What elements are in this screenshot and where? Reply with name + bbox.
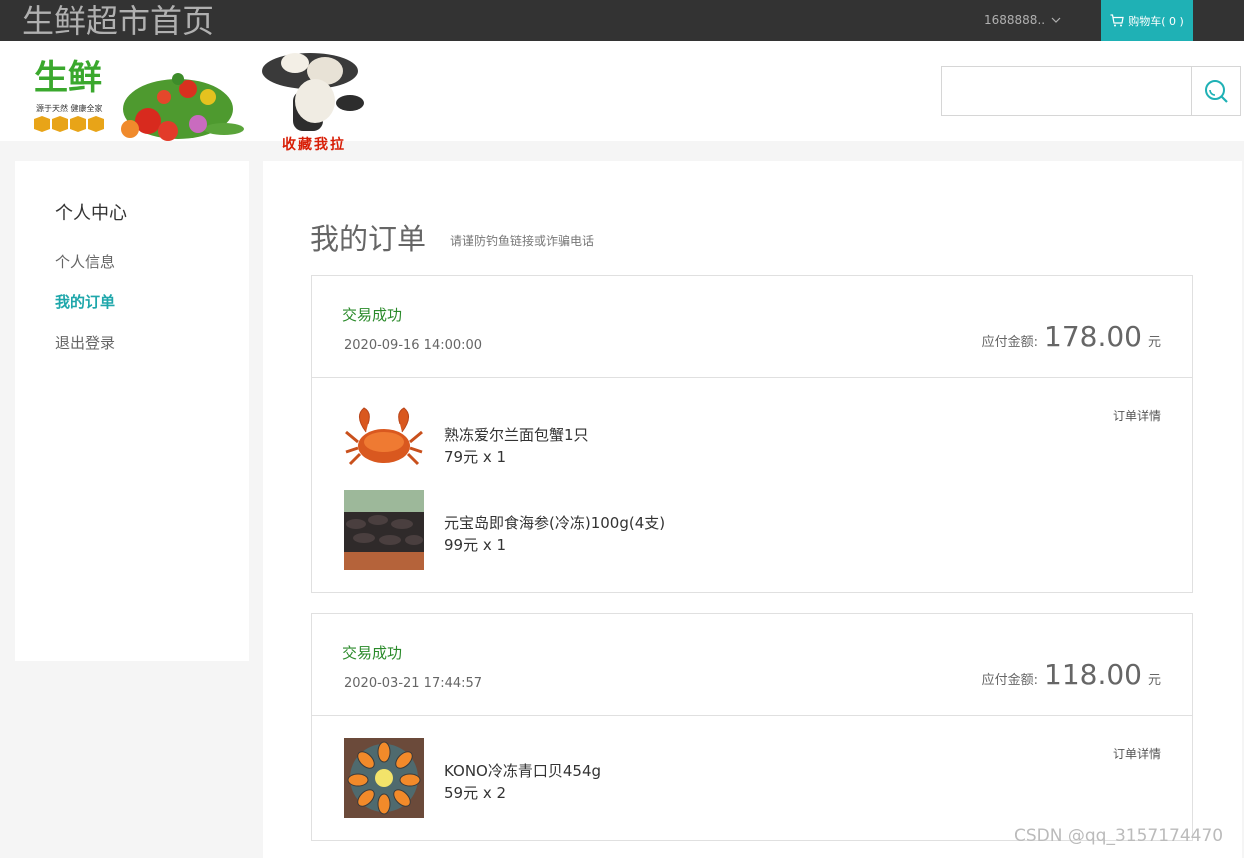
item-name: KONO冷冻青口贝454g: [444, 762, 602, 780]
order-amount: 应付金额: 118.00 元: [982, 658, 1161, 691]
order-card: 交易成功 2020-09-16 14:00:00 应付金额: 178.00 元 …: [311, 275, 1193, 593]
order-status: 交易成功: [342, 644, 403, 662]
order-detail-link[interactable]: 订单详情: [1113, 745, 1161, 762]
amount-label: 应付金额:: [981, 673, 1038, 688]
page-subtitle: 请谨防钓鱼链接或诈骗电话: [450, 234, 595, 248]
search-button[interactable]: [1191, 66, 1241, 116]
favorite-link[interactable]: 收藏我拉: [282, 134, 346, 154]
order-date: 2020-03-21 17:44:57: [344, 676, 483, 691]
banner-logo-text: 生鲜: [34, 58, 102, 98]
item-name: 元宝岛即食海参(冷冻)100g(4支): [444, 514, 666, 532]
sea-cucumber-image: [344, 490, 424, 570]
order-card: 交易成功 2020-03-21 17:44:57 应付金额: 118.00 元 …: [311, 613, 1193, 841]
sidebar-title: 个人中心: [55, 203, 127, 224]
amount-value: 118.00: [1044, 658, 1142, 691]
amount-value: 178.00: [1044, 320, 1142, 353]
order-header: 交易成功 2020-03-21 17:44:57 应付金额: 118.00 元: [312, 614, 1192, 716]
order-item[interactable]: 熟冻爱尔兰面包蟹1只 79元 x 1: [344, 402, 944, 482]
order-status: 交易成功: [342, 306, 403, 324]
cart-button[interactable]: 购物车( 0 ): [1101, 0, 1193, 41]
watermark: CSDN @qq_3157174470: [1014, 826, 1224, 846]
page-title: 我的订单: [310, 222, 427, 256]
item-name: 熟冻爱尔兰面包蟹1只: [444, 426, 589, 444]
item-price: 99元 x 1: [444, 536, 507, 554]
order-detail-link[interactable]: 订单详情: [1113, 407, 1161, 424]
order-amount: 应付金额: 178.00 元: [982, 320, 1161, 353]
amount-unit: 元: [1147, 335, 1161, 350]
banner-slogan: 源于天然 健康全家: [36, 103, 103, 113]
order-item[interactable]: 元宝岛即食海参(冷冻)100g(4支) 99元 x 1: [344, 490, 944, 570]
mussels-image: [344, 738, 424, 818]
user-menu[interactable]: 1688888..: [984, 13, 1061, 27]
amount-unit: 元: [1147, 673, 1161, 688]
cart-label: 购物车( 0 ): [1128, 14, 1184, 28]
search-icon: [1205, 80, 1228, 103]
cart-icon: [1110, 14, 1124, 27]
sidebar-item-orders[interactable]: 我的订单: [55, 291, 115, 312]
main-content: 我的订单 请谨防钓鱼链接或诈骗电话 交易成功 2020-09-16 14:00:…: [263, 161, 1242, 858]
sidebar: 个人中心 个人信息 我的订单 退出登录: [15, 161, 249, 661]
top-bar: 生鲜超市首页 1688888.. 购物车( 0 ): [0, 0, 1244, 41]
header: 生鲜 源于天然 健康全家 收藏我拉: [0, 41, 1244, 153]
sidebar-item-profile[interactable]: 个人信息: [55, 251, 115, 272]
sidebar-item-logout[interactable]: 退出登录: [55, 332, 115, 353]
username: 1688888..: [984, 13, 1046, 27]
search-input[interactable]: [941, 66, 1192, 116]
amount-label: 应付金额:: [981, 335, 1038, 350]
crab-image: [344, 402, 424, 482]
item-price: 79元 x 1: [444, 448, 507, 466]
item-price: 59元 x 2: [444, 784, 507, 802]
chevron-down-icon: [1051, 17, 1061, 23]
order-item[interactable]: KONO冷冻青口贝454g 59元 x 2: [344, 738, 944, 818]
banner-logo[interactable]: 生鲜 源于天然 健康全家: [28, 49, 246, 141]
order-date: 2020-09-16 14:00:00: [344, 338, 483, 353]
site-title[interactable]: 生鲜超市首页: [22, 2, 214, 40]
order-header: 交易成功 2020-09-16 14:00:00 应付金额: 178.00 元: [312, 276, 1192, 378]
